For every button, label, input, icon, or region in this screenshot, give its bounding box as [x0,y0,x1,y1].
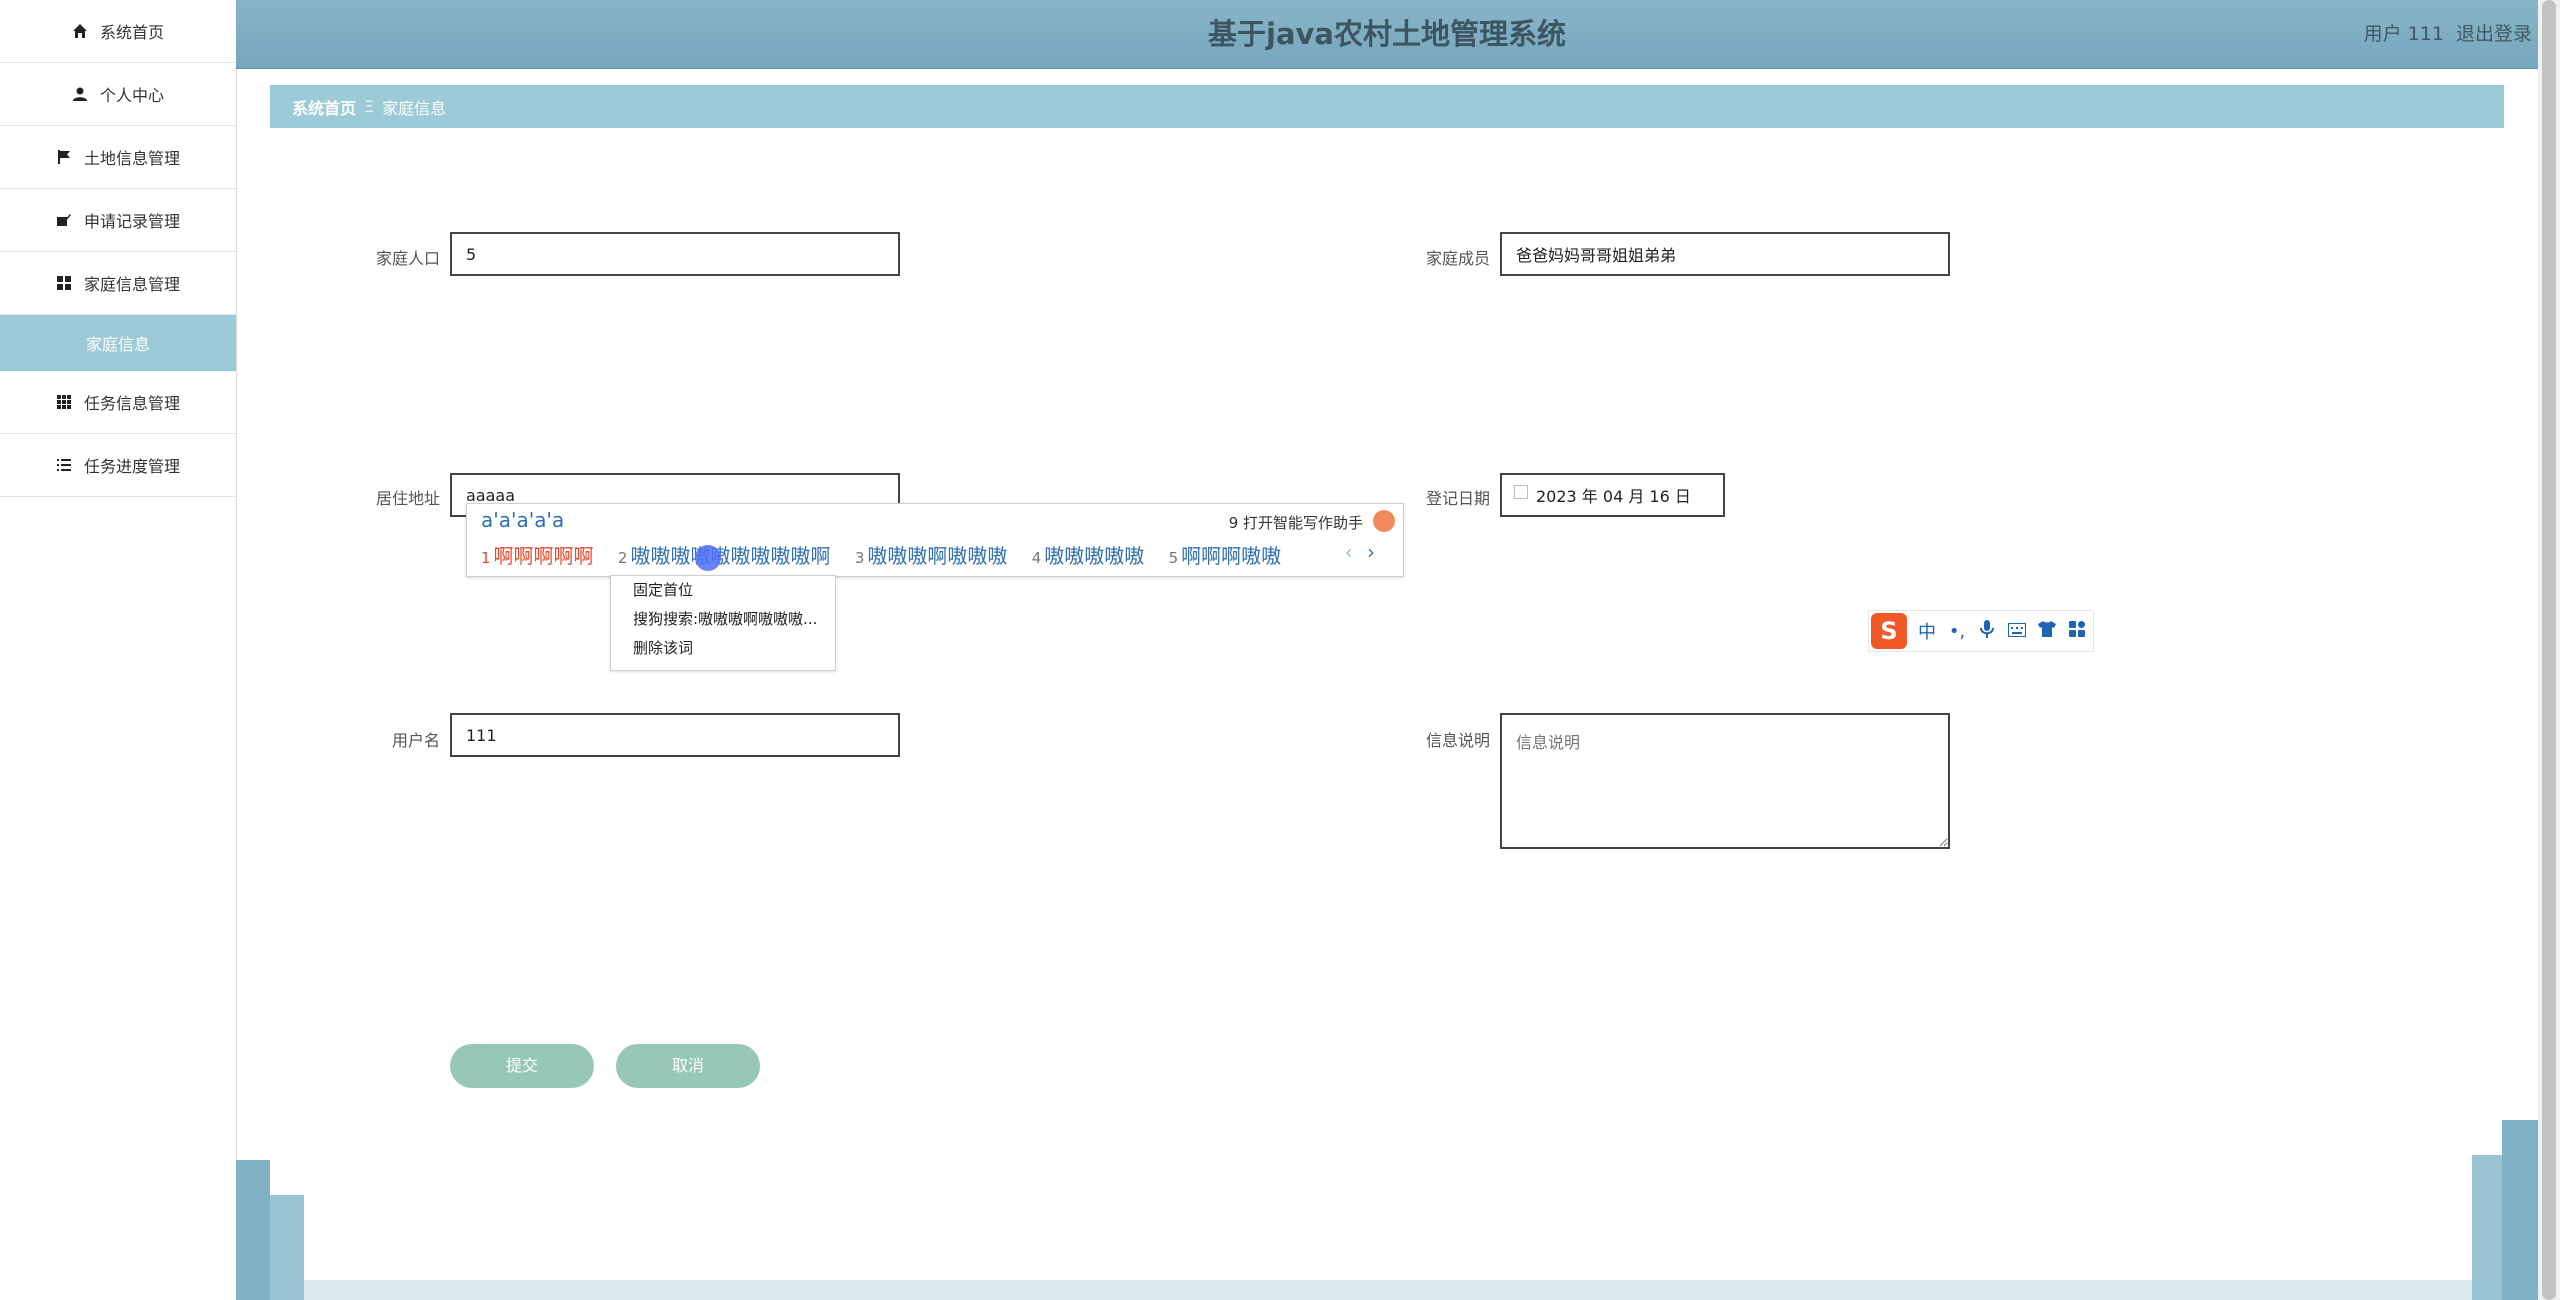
home-icon [72,24,87,38]
decor-right-bar [2502,1120,2538,1300]
sidebar-item-progress[interactable]: 任务进度管理 [0,434,236,497]
sogou-logo-icon[interactable]: S [1871,613,1907,649]
ime-candidate[interactable]: 5 啊啊啊嗷嗷 [1169,544,1282,568]
breadcrumb-home[interactable]: 系统首页 [292,95,356,119]
app-title: 基于java农村土地管理系统 [1208,17,1566,51]
submit-button[interactable]: 提交 [450,1044,594,1088]
breadcrumb-current: 家庭信息 [382,98,447,118]
toolbox-icon[interactable] [2067,620,2087,642]
assistant-icon[interactable] [1373,510,1395,532]
decor-bottom-strip [304,1280,2472,1300]
list-icon [56,459,71,471]
ime-assist-link[interactable]: 9 打开智能写作助手 [1229,512,1363,533]
sidebar-item-applications[interactable]: 申请记录管理 [0,189,236,252]
ime-next-icon[interactable]: › [1367,540,1375,564]
register-date-value: 2023 年 04 月 16 日 [1536,487,1691,506]
decor-left-bar [236,1160,270,1300]
ime-candidate[interactable]: 1 啊啊啊啊啊 [481,544,594,568]
scrollbar-thumb[interactable] [2542,0,2556,1300]
edit-icon [56,214,71,226]
sidebar-item-profile[interactable]: 个人中心 [0,63,236,126]
decor-left-bar-2 [270,1195,304,1300]
ime-candidate[interactable]: 4 嗷嗷嗷嗷嗷 [1032,544,1145,568]
population-label: 家庭人口 [375,249,440,268]
user-icon [72,87,87,101]
sidebar-item-label: 个人中心 [99,86,164,105]
ime-toolbar: S 中 •, [1868,610,2094,652]
ime-context-menu: 固定首位 搜狗搜索:嗷嗷嗷啊嗷嗷嗷... 删除该词 [610,575,836,671]
username-label: 用户名 [391,731,440,750]
menu-item-search[interactable]: 搜狗搜索:嗷嗷嗷啊嗷嗷嗷... [611,605,835,634]
cancel-button[interactable]: 取消 [616,1044,760,1088]
sidebar-item-label: 申请记录管理 [83,212,180,231]
sidebar-subitem-family-info[interactable]: 家庭信息 [0,315,236,371]
ime-candidate[interactable]: 2 嗷嗷嗷嗷嗷嗷嗷嗷嗷啊 [618,544,831,568]
ime-candidate[interactable]: 3 嗷嗷嗷啊嗷嗷嗷 [855,544,1008,568]
punctuation-toggle[interactable]: •, [1947,621,1967,642]
sidebar-item-label: 任务进度管理 [83,457,180,476]
members-label: 家庭成员 [1425,249,1490,268]
username-input[interactable]: 111 [450,713,900,757]
info-label: 信息说明 [1425,731,1490,750]
register-date-input[interactable]: 2023 年 04 月 16 日 [1500,473,1725,517]
logout-link[interactable]: 退出登录 [2456,23,2532,45]
lang-toggle[interactable]: 中 [1917,618,1937,644]
ime-candidate-window: a'a'a'a'a 9 打开智能写作助手 1 啊啊啊啊啊 2 嗷嗷嗷嗷嗷嗷嗷嗷嗷啊 … [466,503,1404,577]
top-header: 基于java农村土地管理系统 用户 111 退出登录 [236,0,2538,69]
calendar-icon [1514,485,1528,499]
ime-pager: ‹ › [1345,540,1375,564]
skin-icon[interactable] [2037,620,2057,642]
members-input[interactable]: 爸爸妈妈哥哥姐姐弟弟 [1500,232,1950,276]
decor-right-bar-2 [2472,1155,2502,1300]
flag-icon [57,150,70,164]
menu-item-pin-first[interactable]: 固定首位 [611,576,835,605]
user-label: 用户 111 [2363,23,2444,45]
address-label: 居住地址 [375,489,440,508]
menu-item-delete-word[interactable]: 删除该词 [611,634,835,663]
sidebar-item-tasks[interactable]: 任务信息管理 [0,371,236,434]
ime-composition: a'a'a'a'a [481,508,565,532]
sidebar-item-label: 家庭信息管理 [83,275,180,294]
breadcrumb-separator-icon: Ξ [364,97,375,116]
population-input[interactable]: 5 [450,232,900,276]
sidebar: 系统首页 个人中心 土地信息管理 申请记录管理 家庭信息管理 家庭信息 任务信息… [0,0,237,1300]
breadcrumb: 系统首页 Ξ 家庭信息 [270,85,2504,128]
info-textarea[interactable] [1500,713,1950,849]
ime-candidate-list: 1 啊啊啊啊啊 2 嗷嗷嗷嗷嗷嗷嗷嗷嗷啊 3 嗷嗷嗷啊嗷嗷嗷 4 嗷嗷嗷嗷嗷 5 啊啊啊嗷… [481,540,1299,569]
sidebar-item-family[interactable]: 家庭信息管理 [0,252,236,315]
sidebar-item-home[interactable]: 系统首页 [0,0,236,63]
sidebar-item-label: 土地信息管理 [83,149,180,168]
grid-icon [56,276,71,290]
sidebar-item-label: 任务信息管理 [83,394,180,413]
mouse-cursor-icon [695,545,721,571]
user-area: 用户 111 退出登录 [2364,0,2538,68]
sidebar-subitem-label: 家庭信息 [85,335,150,354]
keyboard-icon[interactable] [2007,621,2027,642]
apps-icon [56,395,71,409]
sidebar-item-land[interactable]: 土地信息管理 [0,126,236,189]
sidebar-item-label: 系统首页 [99,23,164,42]
microphone-icon[interactable] [1977,619,1997,643]
ime-prev-icon[interactable]: ‹ [1345,540,1353,564]
